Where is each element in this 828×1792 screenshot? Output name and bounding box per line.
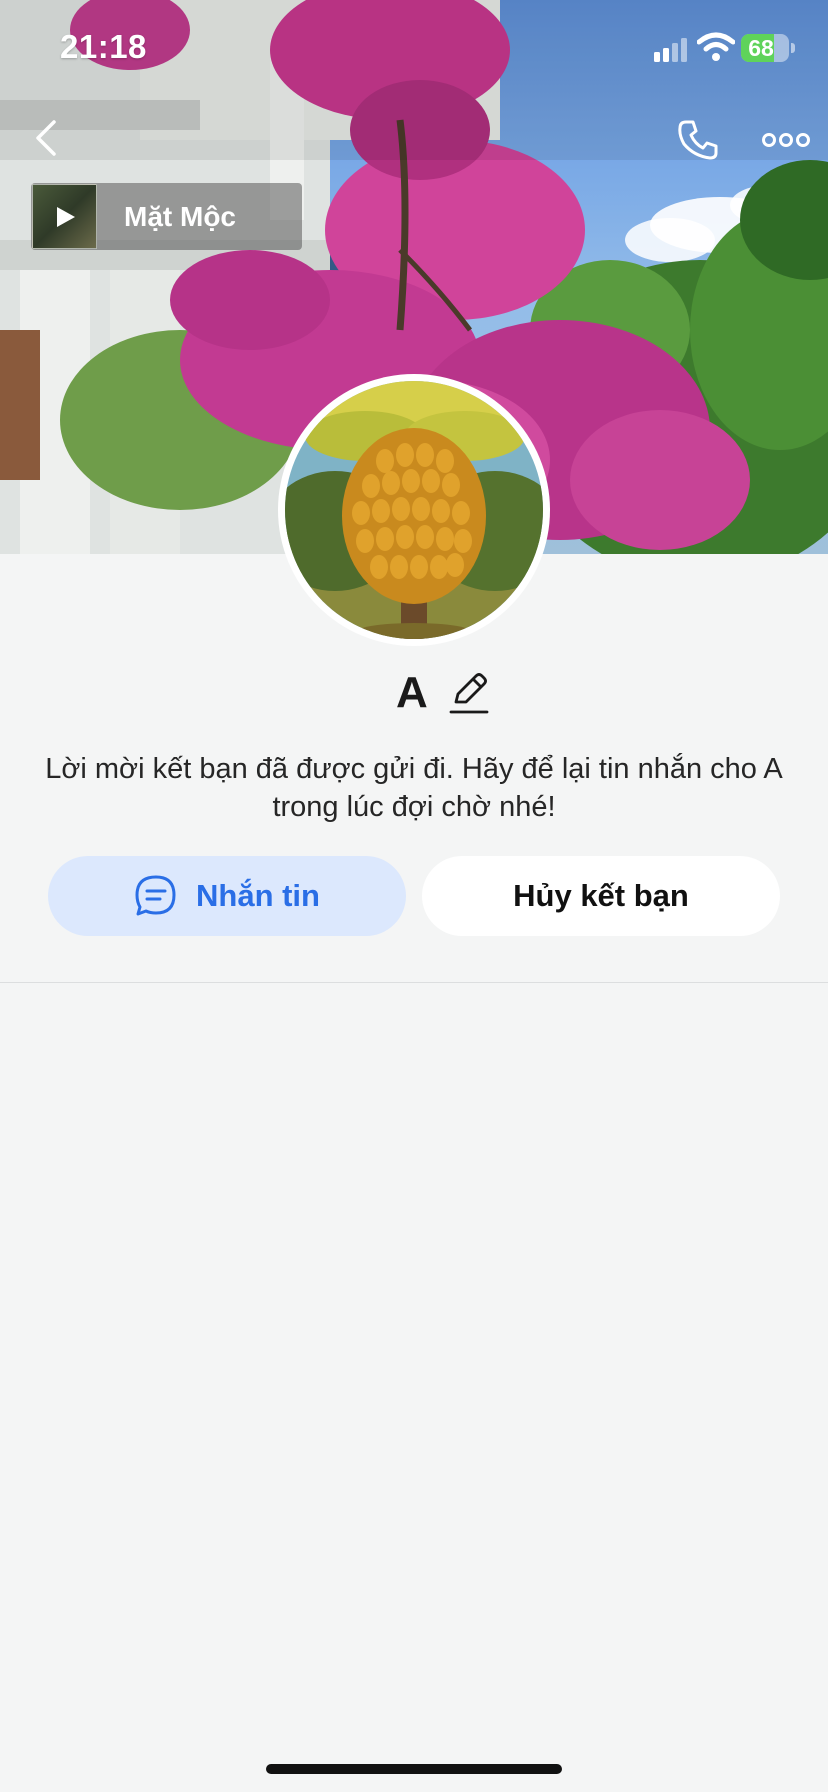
- profile-name: A: [396, 668, 428, 717]
- home-indicator[interactable]: [266, 1764, 562, 1774]
- battery-cap: [791, 43, 795, 53]
- pencil-icon: [449, 673, 489, 714]
- edit-name-button[interactable]: [448, 670, 490, 716]
- friend-request-status-message: Lời mời kết bạn đã được gửi đi. Hãy để l…: [45, 753, 783, 823]
- play-icon: [56, 206, 75, 227]
- more-options-icon: [762, 133, 810, 147]
- phone-call-icon: [678, 120, 718, 160]
- message-button[interactable]: Nhắn tin: [48, 856, 406, 936]
- wifi-icon: [697, 32, 735, 61]
- section-divider: [0, 982, 828, 983]
- cancel-friend-request-button[interactable]: Hủy kết bạn: [422, 856, 780, 936]
- music-thumbnail: [32, 184, 97, 249]
- back-arrow-icon: [36, 120, 56, 156]
- more-options-button[interactable]: [756, 120, 816, 160]
- profile-avatar[interactable]: [278, 374, 550, 646]
- message-button-label: Nhắn tin: [196, 878, 320, 913]
- call-button[interactable]: [668, 112, 728, 168]
- battery-percent: 68: [748, 34, 774, 61]
- status-time: 21:18: [60, 28, 147, 65]
- battery-icon: 68: [741, 34, 789, 62]
- back-button[interactable]: [22, 112, 70, 164]
- profile-music-player[interactable]: Mặt Mộc: [31, 183, 302, 250]
- signal-icon: [654, 38, 687, 62]
- avatar-image: [285, 381, 543, 639]
- chat-bubble-icon: [135, 875, 176, 916]
- cancel-friend-request-label: Hủy kết bạn: [513, 878, 689, 913]
- music-title: Mặt Mộc: [124, 200, 236, 232]
